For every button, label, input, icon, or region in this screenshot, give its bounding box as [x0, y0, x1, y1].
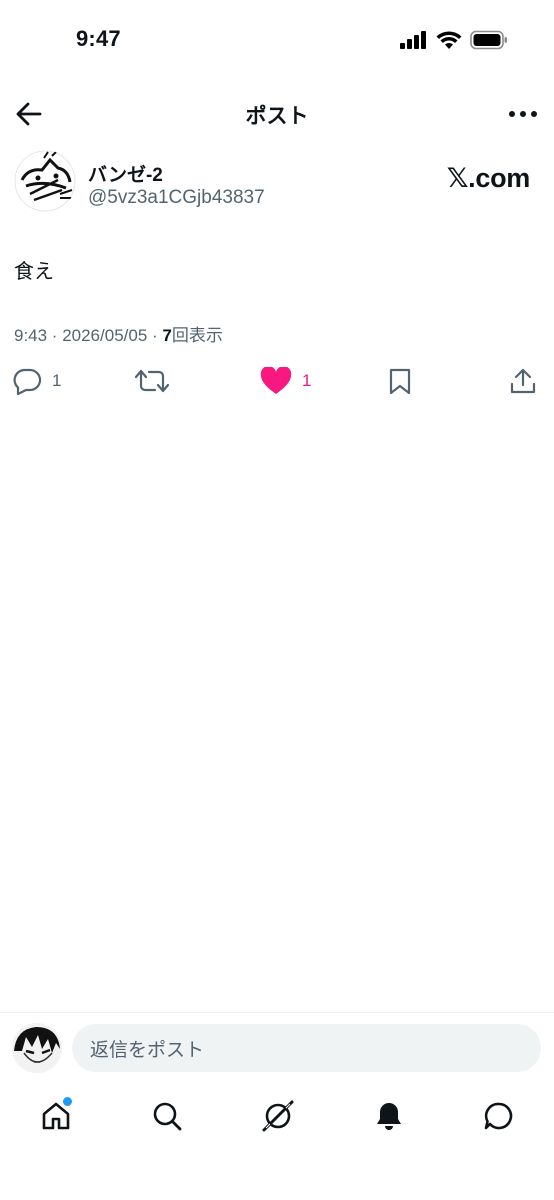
- status-time: 9:47: [76, 26, 121, 51]
- cat-doodle-avatar-icon: [14, 150, 76, 212]
- bookmark-icon: [389, 368, 411, 395]
- grok-icon: [262, 1100, 294, 1132]
- post-timestamp[interactable]: 9:43 · 2026/05/05 ·: [14, 326, 162, 345]
- reply-icon: [13, 368, 42, 395]
- author-name[interactable]: バンゼ-2: [88, 160, 163, 187]
- page-title: ポスト: [245, 105, 309, 128]
- nav-search[interactable]: [147, 1096, 187, 1136]
- more-horizontal-icon: [509, 111, 537, 117]
- reply-input[interactable]: 返信をポスト: [72, 1024, 541, 1072]
- repost-action[interactable]: [135, 366, 169, 396]
- bookmark-action[interactable]: [387, 366, 413, 396]
- brand-watermark: 𝕏.com: [446, 163, 531, 193]
- cellular-signal-icon: [400, 31, 426, 49]
- anime-face-avatar-icon: [12, 1023, 62, 1073]
- reply-count: 1: [52, 371, 62, 390]
- reply-action[interactable]: 1: [12, 366, 61, 396]
- share-action[interactable]: [509, 366, 537, 396]
- battery-icon: [470, 30, 507, 50]
- heart-filled-icon: [260, 367, 292, 394]
- home-notification-dot: [62, 1096, 73, 1107]
- like-count: 1: [302, 371, 312, 390]
- author-avatar[interactable]: [14, 150, 76, 212]
- post-text: 食え: [14, 261, 54, 283]
- view-label: 回表示: [171, 326, 223, 345]
- nav-grok[interactable]: [258, 1096, 298, 1136]
- nav-notifications[interactable]: [369, 1096, 409, 1136]
- nav-home[interactable]: [36, 1096, 76, 1136]
- status-icons: [400, 30, 508, 50]
- more-options-button[interactable]: [506, 102, 540, 126]
- bottom-nav: [0, 1096, 554, 1140]
- nav-messages[interactable]: [479, 1096, 519, 1136]
- message-bubble-icon: [484, 1102, 513, 1130]
- search-icon: [153, 1102, 182, 1131]
- reply-placeholder: 返信をポスト: [90, 1039, 205, 1061]
- reply-divider: [0, 1012, 554, 1013]
- view-count: 7: [162, 326, 172, 345]
- like-action[interactable]: 1: [260, 366, 311, 396]
- bell-icon: [377, 1103, 401, 1130]
- post-meta: 9:43 · 2026/05/05 · 7回表示: [14, 321, 223, 346]
- repost-icon: [135, 369, 169, 393]
- current-user-avatar[interactable]: [12, 1023, 62, 1073]
- share-icon: [510, 368, 536, 394]
- author-handle[interactable]: @5vz3a1CGjb43837: [88, 187, 265, 209]
- wifi-icon: [436, 30, 462, 49]
